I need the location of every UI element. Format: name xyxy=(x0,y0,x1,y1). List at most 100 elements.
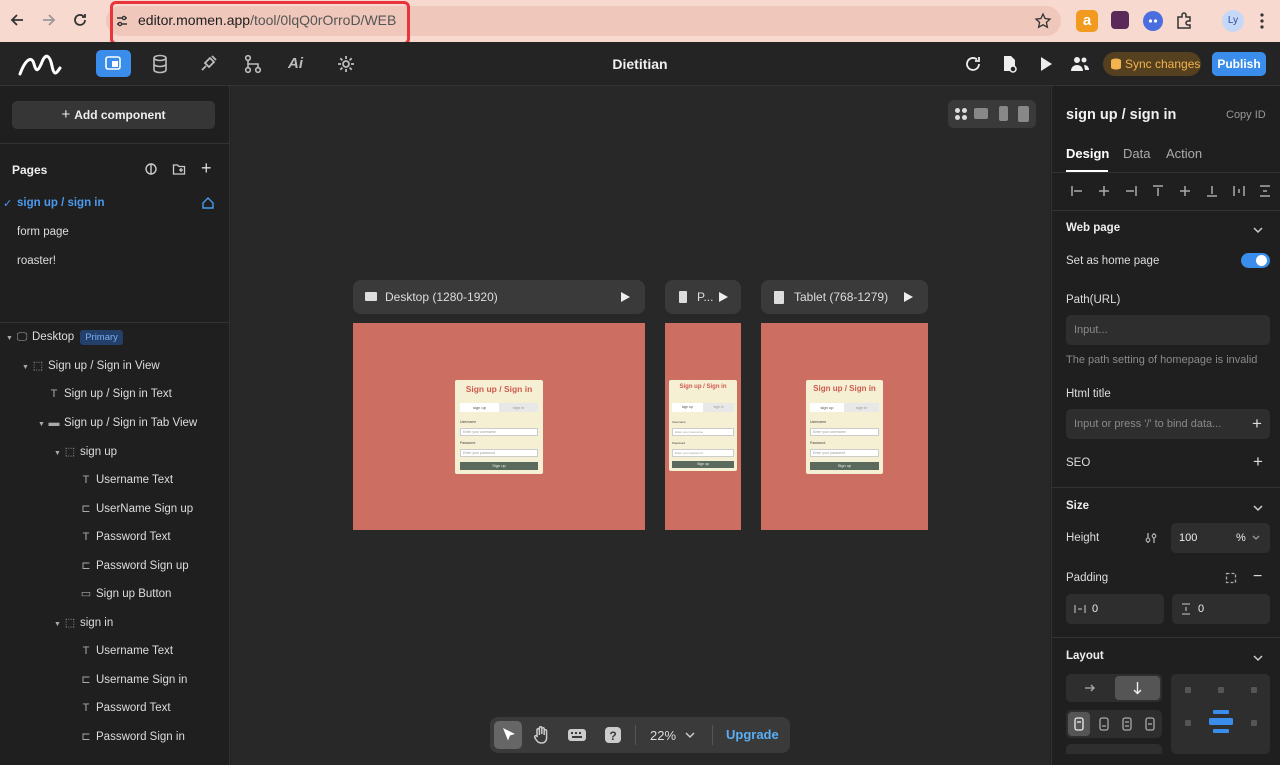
tree-node[interactable]: ▭ Sign up Button xyxy=(80,585,172,603)
padding-remove-icon[interactable]: − xyxy=(1253,568,1262,586)
refresh-icon[interactable] xyxy=(961,52,985,76)
tree-node[interactable]: T Username Text xyxy=(80,471,174,489)
add-component-button[interactable]: + Add component xyxy=(12,101,215,129)
browser-menu-icon[interactable] xyxy=(1258,11,1266,31)
bookmark-star-icon[interactable] xyxy=(1034,12,1052,30)
signin-card[interactable]: Sign up / Sign in sign up sign in Userna… xyxy=(455,380,543,474)
card-tab-signin[interactable]: sign in xyxy=(844,403,879,412)
add-page-icon[interactable]: + xyxy=(201,158,212,179)
padding-horizontal-input[interactable]: 0 xyxy=(1066,594,1164,624)
height-mode-icon[interactable] xyxy=(1144,531,1158,545)
tab-design[interactable]: Design xyxy=(1066,146,1109,161)
page-item-sign-up[interactable]: sign up / sign in xyxy=(17,197,105,209)
caret-down-icon[interactable]: ▼ xyxy=(22,359,32,377)
home-page-toggle[interactable] xyxy=(1241,253,1270,268)
desktop-view-icon[interactable] xyxy=(974,108,988,119)
page-item-form[interactable]: form page xyxy=(17,226,69,238)
align-mode-2-icon[interactable] xyxy=(1093,712,1115,736)
settings-gear-icon[interactable] xyxy=(334,52,358,76)
grid-view-icon[interactable] xyxy=(954,107,968,121)
preview-play-icon[interactable] xyxy=(1033,52,1057,76)
html-title-input[interactable]: Input or press '/' to bind data... + xyxy=(1066,409,1270,439)
phone-frame[interactable]: Sign up / Sign in sign up sign in Userna… xyxy=(665,323,741,530)
zoom-level[interactable]: 22% xyxy=(650,728,676,743)
card-username-input[interactable]: Enter your username xyxy=(460,428,538,436)
arrow-right-icon[interactable] xyxy=(1083,681,1097,695)
tab-data[interactable]: Data xyxy=(1123,146,1150,161)
add-binding-icon[interactable]: + xyxy=(1252,409,1262,439)
padding-vertical-input[interactable]: 0 xyxy=(1172,594,1270,624)
caret-down-icon[interactable]: ▼ xyxy=(38,416,48,434)
card-username-input[interactable]: Enter your username xyxy=(672,428,734,436)
tree-node[interactable]: ⊏ Username Sign in xyxy=(80,671,187,689)
align-left-icon[interactable] xyxy=(1070,184,1084,198)
arrow-down-button[interactable] xyxy=(1115,676,1160,700)
device-view-switcher[interactable] xyxy=(948,100,1036,128)
chevron-down-icon[interactable] xyxy=(684,729,696,741)
card-password-input[interactable]: Enter your password xyxy=(810,449,879,457)
tree-node-desktop[interactable]: ▼ 🖵 Desktop Primary xyxy=(6,328,123,346)
play-icon[interactable] xyxy=(902,291,914,303)
card-signup-button[interactable]: Sign up xyxy=(810,462,879,470)
tablet-frame[interactable]: Sign up / Sign in sign up sign in Userna… xyxy=(761,323,928,530)
chevron-down-icon[interactable] xyxy=(1252,224,1264,236)
url-text[interactable]: editor.momen.app/tool/0lqQ0rOrroD/WEB xyxy=(138,12,396,28)
align-top-icon[interactable] xyxy=(1151,184,1165,198)
tree-node[interactable]: ▼ ⬚ Sign up / Sign in View xyxy=(22,357,160,375)
frame-label-desktop[interactable]: Desktop (1280-1920) xyxy=(353,280,645,314)
extension-a-icon[interactable]: a xyxy=(1076,10,1098,32)
align-middle-icon[interactable] xyxy=(1178,184,1192,198)
help-icon[interactable]: ? xyxy=(602,724,624,746)
design-canvas[interactable]: Desktop (1280-1920) Sign up / Sign in si… xyxy=(231,86,1050,765)
publish-button[interactable]: Publish xyxy=(1212,52,1266,76)
momen-logo[interactable] xyxy=(18,52,62,76)
copy-id-button[interactable]: Copy ID xyxy=(1226,109,1266,121)
tree-node[interactable]: ⊏ Password Sign up xyxy=(80,557,188,575)
align-mode-3-icon[interactable] xyxy=(1116,712,1138,736)
tree-node[interactable]: T Password Text xyxy=(80,528,171,546)
frame-label-phone[interactable]: P... xyxy=(665,280,741,314)
tree-node[interactable]: T Username Text xyxy=(80,642,174,660)
caret-down-icon[interactable]: ▼ xyxy=(54,445,64,463)
height-unit[interactable]: % xyxy=(1236,523,1246,553)
alignment-grid[interactable] xyxy=(1171,674,1270,754)
card-tab-signup[interactable]: sign up xyxy=(672,403,703,412)
tablet-view-icon[interactable] xyxy=(1018,106,1029,122)
tree-node[interactable]: T Password Text xyxy=(80,699,171,717)
align-bottom-icon[interactable] xyxy=(1205,184,1219,198)
page-item-roaster[interactable]: roaster! xyxy=(17,255,56,267)
signin-card[interactable]: Sign up / Sign in sign up sign in Userna… xyxy=(669,380,737,471)
card-tab-signin[interactable]: sign in xyxy=(703,403,734,412)
home-page-icon[interactable] xyxy=(201,196,215,210)
align-center-h-icon[interactable] xyxy=(1097,184,1111,198)
spacing-control[interactable] xyxy=(1066,744,1162,754)
phone-view-icon[interactable] xyxy=(999,106,1008,121)
keyboard-icon[interactable] xyxy=(566,724,588,746)
page-settings-icon[interactable] xyxy=(997,52,1021,76)
tree-node[interactable]: T Sign up / Sign in Text xyxy=(48,385,172,403)
chevron-down-icon[interactable] xyxy=(1251,533,1261,543)
tab-action[interactable]: Action xyxy=(1166,146,1202,161)
card-password-input[interactable]: Enter your password xyxy=(460,449,538,457)
extension-puzzle-icon[interactable] xyxy=(1111,11,1129,29)
tree-node[interactable]: ▼ ▬ Sign up / Sign in Tab View xyxy=(38,414,197,432)
caret-down-icon[interactable]: ▼ xyxy=(6,330,16,348)
upgrade-button[interactable]: Upgrade xyxy=(726,727,779,742)
align-mode-1-icon[interactable] xyxy=(1068,712,1090,736)
collaborators-icon[interactable] xyxy=(1068,52,1092,76)
align-right-icon[interactable] xyxy=(1124,184,1138,198)
ai-icon[interactable]: Ai xyxy=(288,52,312,76)
extensions-icon[interactable] xyxy=(1174,10,1194,30)
reload-icon[interactable] xyxy=(70,10,90,30)
height-input[interactable]: 100 % xyxy=(1171,523,1270,553)
play-icon[interactable] xyxy=(619,291,631,303)
align-mode-4-icon[interactable] xyxy=(1139,712,1161,736)
card-password-input[interactable]: Enter your password xyxy=(672,449,734,457)
add-seo-icon[interactable]: + xyxy=(1253,452,1263,472)
distribute-v-icon[interactable] xyxy=(1258,184,1272,198)
workflow-icon[interactable] xyxy=(241,52,265,76)
card-signup-button[interactable]: Sign up xyxy=(460,462,538,470)
hand-pan-icon[interactable] xyxy=(530,723,554,747)
select-pointer-icon[interactable] xyxy=(494,721,522,749)
frame-label-tablet[interactable]: Tablet (768-1279) xyxy=(761,280,928,314)
